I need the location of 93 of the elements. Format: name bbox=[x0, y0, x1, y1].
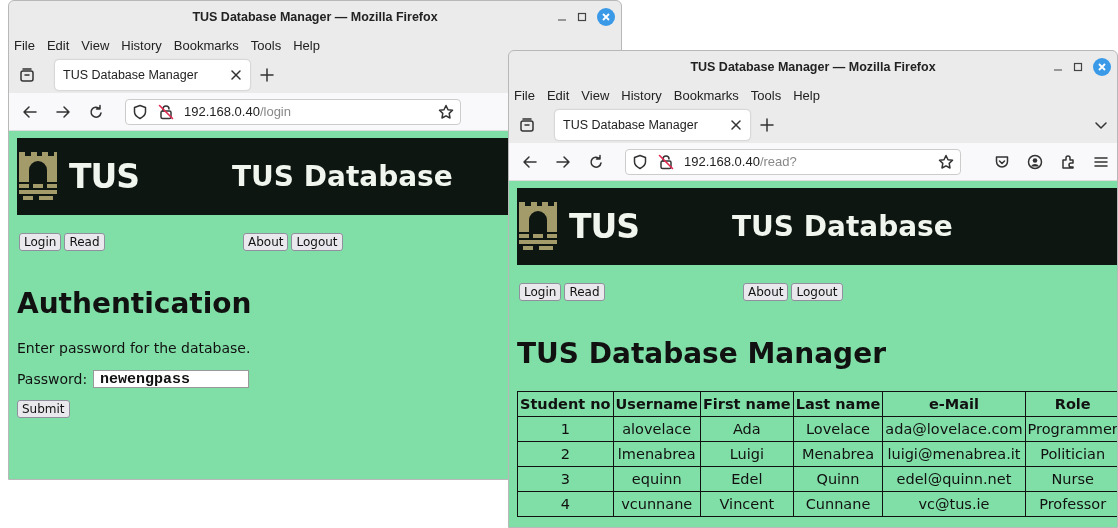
table-cell: Menabrea bbox=[793, 441, 883, 467]
column-header: Username bbox=[613, 391, 701, 417]
table-cell: vcunnane bbox=[613, 491, 701, 517]
table-cell: Quinn bbox=[793, 466, 883, 492]
submit-button[interactable]: Submit bbox=[17, 400, 70, 418]
bookmark-star-icon[interactable] bbox=[438, 103, 454, 120]
nav-button[interactable]: Read bbox=[564, 283, 605, 301]
menu-item[interactable]: File bbox=[514, 87, 535, 103]
column-header: First name bbox=[700, 391, 794, 417]
table-cell: Luigi bbox=[700, 441, 794, 467]
insecure-lock-icon[interactable] bbox=[158, 103, 174, 120]
menu-item[interactable]: Edit bbox=[46, 37, 70, 53]
nav-button[interactable]: Read bbox=[64, 233, 105, 251]
table-cell: Lovelace bbox=[793, 416, 883, 442]
maximize-icon[interactable] bbox=[1073, 62, 1083, 72]
insecure-lock-icon[interactable] bbox=[658, 153, 674, 170]
extensions-icon[interactable] bbox=[1060, 153, 1076, 170]
table-cell: alovelace bbox=[613, 416, 701, 442]
nav-button[interactable]: About bbox=[243, 233, 289, 251]
forward-icon[interactable] bbox=[55, 103, 71, 120]
menu-item[interactable]: History bbox=[621, 87, 662, 103]
shield-icon[interactable] bbox=[132, 103, 148, 120]
nav-button[interactable]: Login bbox=[519, 283, 562, 301]
table-cell: 3 bbox=[517, 466, 613, 492]
maximize-icon[interactable] bbox=[577, 12, 587, 22]
table-cell: ada@lovelace.com bbox=[882, 416, 1026, 442]
forward-icon[interactable] bbox=[555, 153, 571, 170]
close-tab-icon[interactable] bbox=[730, 119, 742, 131]
new-tab-icon[interactable] bbox=[760, 118, 774, 132]
column-header: e-Mail bbox=[882, 391, 1026, 417]
menu-item[interactable]: History bbox=[121, 37, 162, 53]
column-header: Role bbox=[1025, 391, 1117, 417]
site-title: TUS Database bbox=[232, 160, 453, 193]
table-cell: 2 bbox=[517, 441, 613, 467]
browser-tab[interactable]: TUS Database Manager bbox=[55, 60, 250, 90]
column-header: Last name bbox=[793, 391, 883, 417]
menu-item[interactable]: File bbox=[14, 37, 35, 53]
tab-list-icon[interactable] bbox=[19, 67, 35, 83]
nav-button[interactable]: About bbox=[743, 283, 789, 301]
password-field[interactable]: newengpass bbox=[93, 370, 250, 388]
table-cell: edel@quinn.net bbox=[882, 466, 1026, 492]
page-heading: Authentication bbox=[17, 287, 252, 321]
pocket-icon[interactable] bbox=[994, 153, 1010, 170]
shield-icon[interactable] bbox=[632, 153, 648, 170]
menu-item[interactable]: Bookmarks bbox=[673, 87, 739, 103]
logo-text: TUS bbox=[569, 207, 640, 246]
castle-logo-icon bbox=[519, 201, 557, 252]
table-cell: Cunnane bbox=[793, 491, 883, 517]
table-cell: 1 bbox=[517, 416, 613, 442]
menu-item[interactable]: Help bbox=[293, 37, 320, 53]
menu-item[interactable]: View bbox=[81, 37, 110, 53]
logo-text: TUS bbox=[69, 157, 140, 196]
menu-item[interactable]: Edit bbox=[546, 87, 570, 103]
tab-title: TUS Database Manager bbox=[563, 118, 698, 132]
table-cell: Vincent bbox=[700, 491, 794, 517]
menu-item[interactable]: Bookmarks bbox=[173, 37, 239, 53]
address-bar[interactable]: 192.168.0.40/read? bbox=[625, 148, 961, 175]
nav-button[interactable]: Logout bbox=[291, 233, 343, 251]
menu-item[interactable]: Help bbox=[793, 87, 820, 103]
site-title: TUS Database bbox=[732, 210, 953, 243]
reload-icon[interactable] bbox=[588, 153, 604, 170]
tab-list-icon[interactable] bbox=[519, 117, 535, 133]
window-title: TUS Database Manager — Mozilla Firefox bbox=[192, 10, 438, 24]
instruction-text: Enter password for the database. bbox=[17, 340, 251, 356]
castle-logo-icon bbox=[19, 151, 57, 202]
reload-icon[interactable] bbox=[88, 103, 104, 120]
table-cell: luigi@menabrea.it bbox=[882, 441, 1026, 467]
table-cell: lmenabrea bbox=[613, 441, 701, 467]
back-icon[interactable] bbox=[22, 103, 38, 120]
table-cell: Edel bbox=[700, 466, 794, 492]
table-cell: Ada bbox=[700, 416, 794, 442]
browser-tab[interactable]: TUS Database Manager bbox=[555, 110, 750, 140]
close-tab-icon[interactable] bbox=[230, 69, 242, 81]
table-cell: vc@tus.ie bbox=[882, 491, 1026, 517]
page-heading: TUS Database Manager bbox=[517, 337, 886, 371]
menu-item[interactable]: Tools bbox=[250, 37, 282, 53]
new-tab-icon[interactable] bbox=[260, 68, 274, 82]
nav-button[interactable]: Login bbox=[19, 233, 62, 251]
menu-item[interactable]: Tools bbox=[750, 87, 782, 103]
back-icon[interactable] bbox=[522, 153, 538, 170]
close-button[interactable] bbox=[597, 8, 615, 26]
address-bar[interactable]: 192.168.0.40/login bbox=[125, 98, 461, 125]
window-title: TUS Database Manager — Mozilla Firefox bbox=[690, 60, 936, 74]
table-cell: 4 bbox=[517, 491, 613, 517]
close-button[interactable] bbox=[1093, 58, 1111, 76]
table-cell: equinn bbox=[613, 466, 701, 492]
menu-item[interactable]: View bbox=[581, 87, 610, 103]
bookmark-star-icon[interactable] bbox=[938, 153, 954, 170]
column-header: Student no bbox=[517, 391, 613, 417]
tab-title: TUS Database Manager bbox=[63, 68, 198, 82]
nav-button[interactable]: Logout bbox=[791, 283, 843, 301]
account-icon[interactable] bbox=[1027, 153, 1043, 170]
field-label: Password: bbox=[17, 371, 88, 387]
